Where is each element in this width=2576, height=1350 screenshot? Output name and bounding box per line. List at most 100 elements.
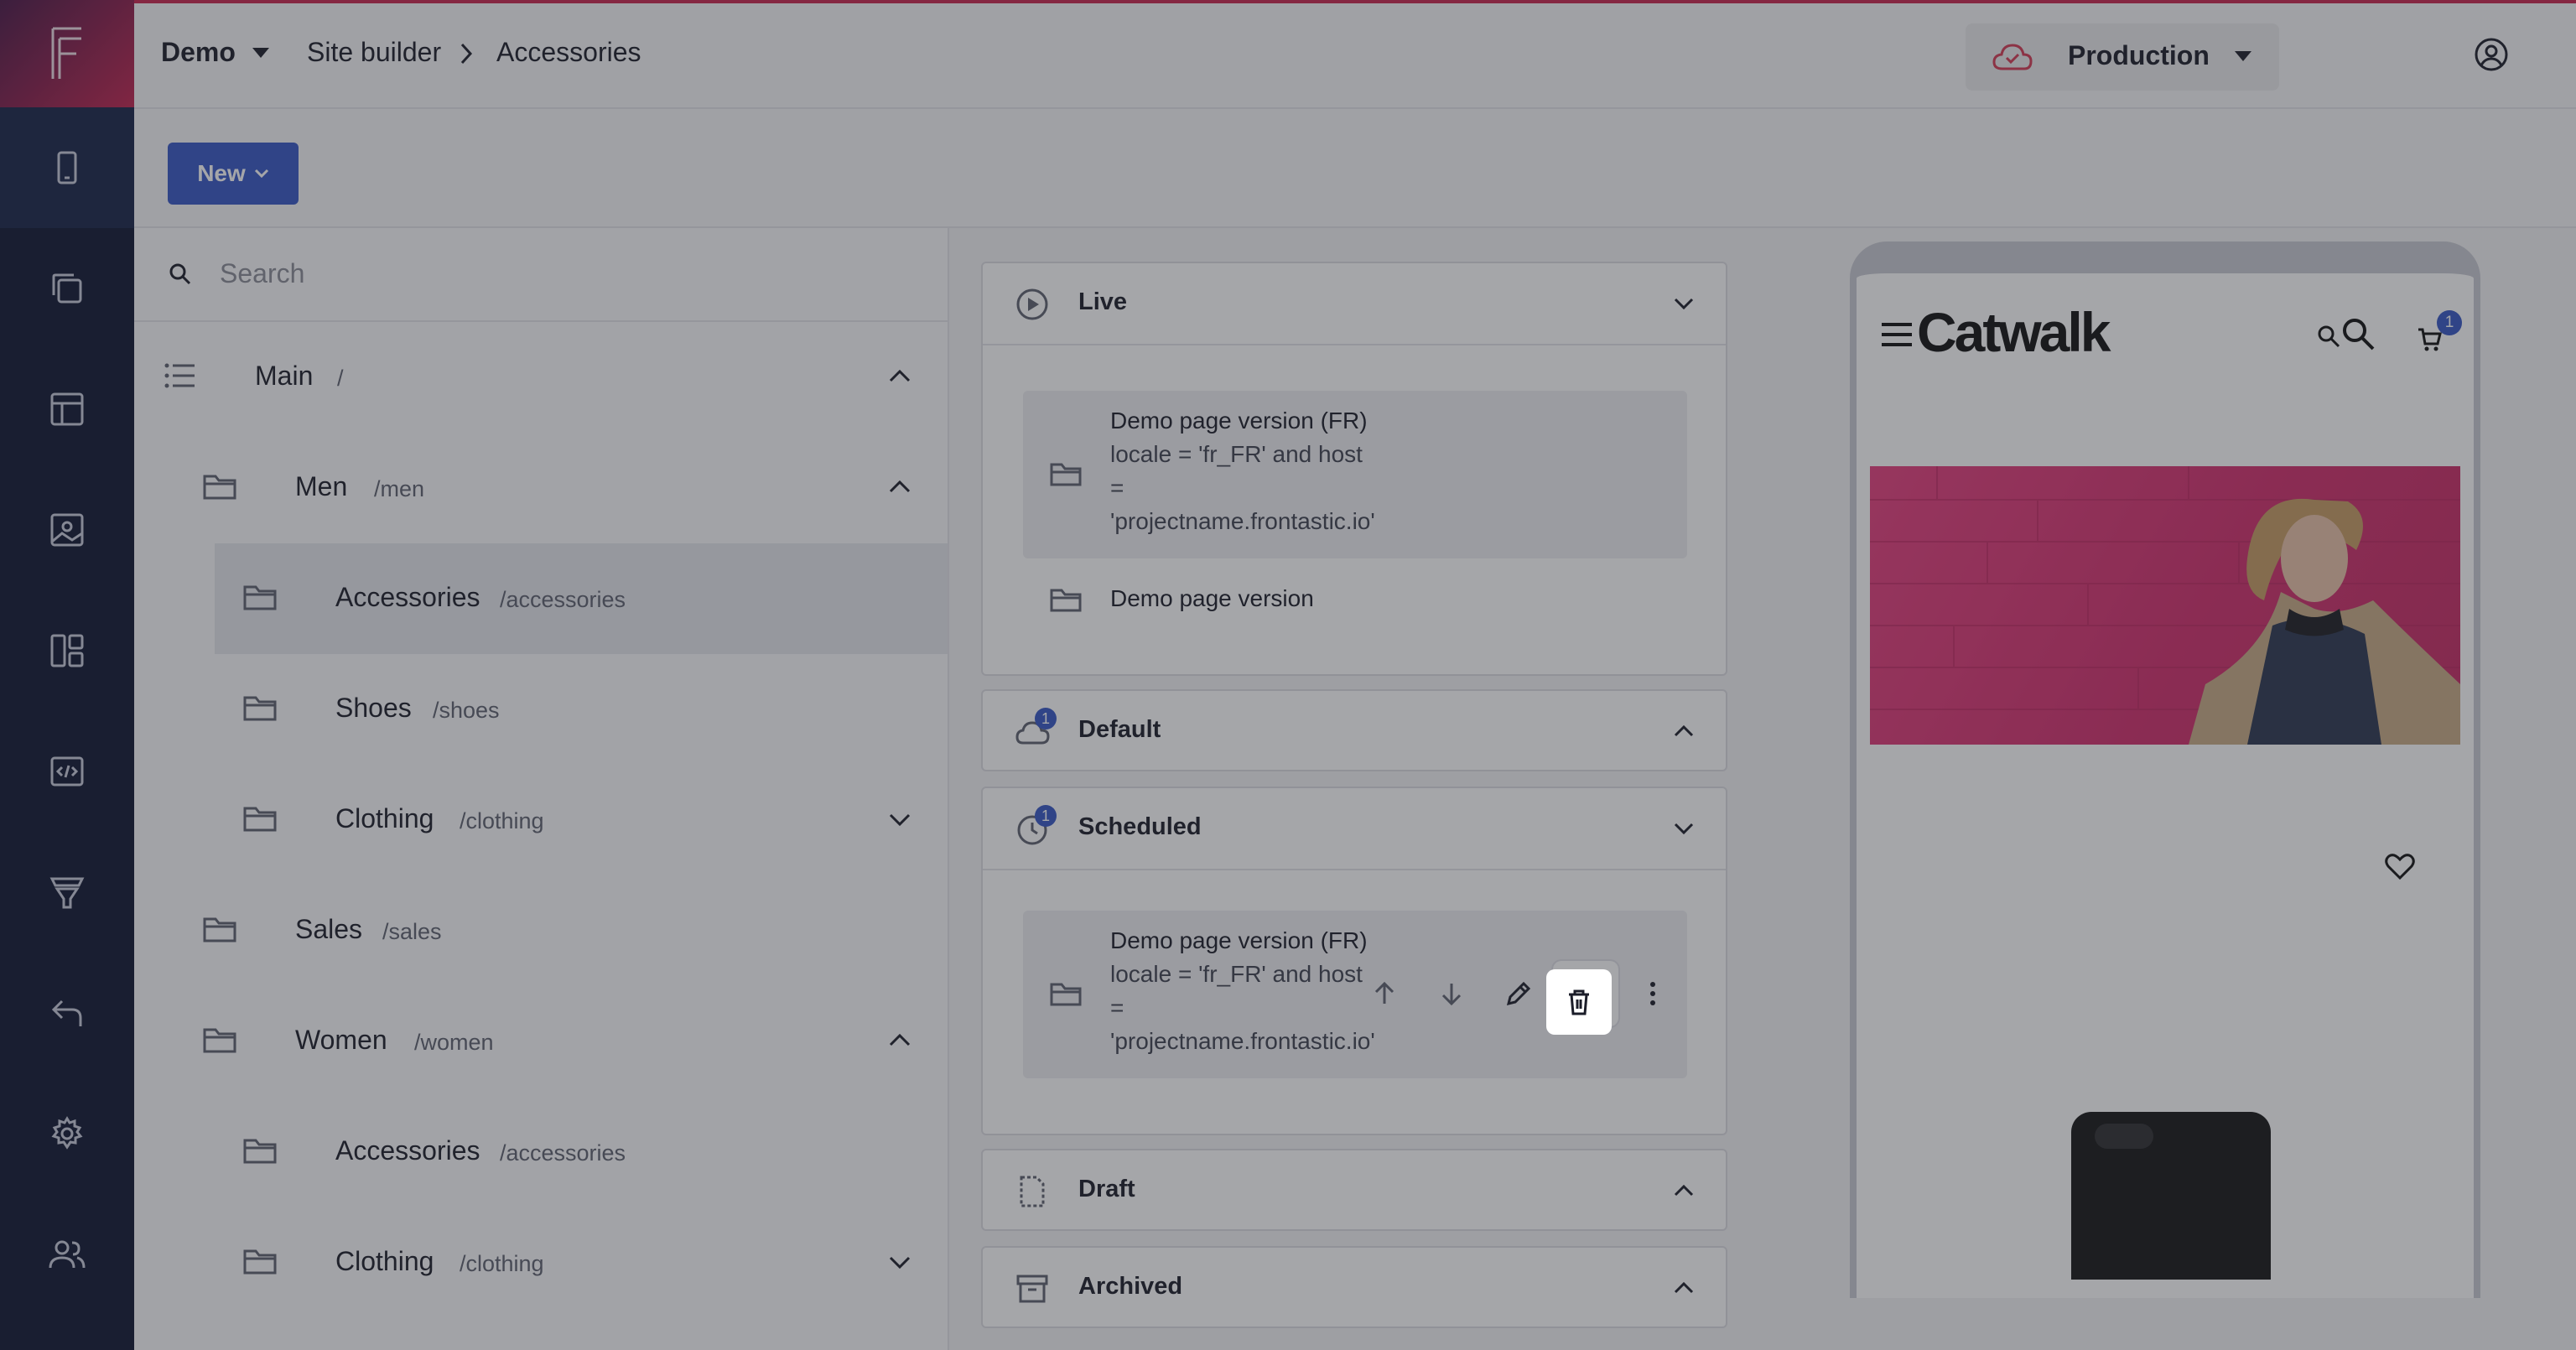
environment-label: Production — [2068, 40, 2210, 70]
rail-item-users[interactable] — [0, 1194, 134, 1315]
new-button[interactable]: New — [168, 143, 299, 205]
chevron-up-icon[interactable] — [886, 362, 914, 391]
rail-item-media[interactable] — [0, 470, 134, 590]
chevron-up-icon[interactable] — [886, 1026, 914, 1055]
draft-section-header[interactable]: Draft — [983, 1150, 1726, 1231]
tree-node-men[interactable]: Men /men — [134, 433, 948, 543]
project-switcher[interactable]: Demo — [161, 37, 236, 68]
more-options-button[interactable] — [1620, 961, 1685, 1026]
rail-item-pages[interactable] — [0, 228, 134, 349]
rail-item-templates[interactable] — [0, 349, 134, 470]
store-brand-logo: Catwalk — [1917, 301, 2111, 363]
mobile-icon — [57, 151, 77, 184]
default-section-header[interactable]: 1 Default — [983, 691, 1726, 771]
chevron-down-icon — [1674, 298, 1694, 310]
cloud-check-icon — [1992, 44, 2033, 70]
model-photo — [1870, 466, 2460, 745]
users-icon — [49, 1240, 86, 1269]
breadcrumb-site-builder[interactable]: Site builder — [307, 37, 441, 68]
heart-icon[interactable] — [2385, 852, 2415, 880]
tree-node-name: Accessories — [335, 582, 480, 612]
action-bar: New — [134, 109, 2576, 228]
chevron-down-icon[interactable] — [886, 805, 914, 833]
scheduled-count-badge: 1 — [1035, 805, 1057, 827]
tree-node-accessories[interactable]: Accessories /accessories — [215, 543, 948, 654]
chevron-down-icon[interactable] — [886, 1248, 914, 1276]
chevron-up-icon — [1674, 1281, 1694, 1294]
funnel-icon — [49, 877, 85, 909]
tree-node-shoes[interactable]: Shoes /shoes — [134, 654, 948, 765]
tree-node-main[interactable]: Main / — [134, 322, 948, 433]
rail-item-filters[interactable] — [0, 832, 134, 953]
rail-item-settings[interactable] — [0, 1073, 134, 1194]
folder-icon — [243, 1249, 277, 1275]
copy-icon — [52, 273, 82, 304]
more-vertical-icon — [1650, 982, 1655, 1005]
search-icon — [169, 263, 191, 285]
chevron-up-icon[interactable] — [886, 473, 914, 501]
layout-icon — [50, 392, 84, 426]
environment-selector[interactable]: Production — [1966, 23, 2279, 91]
user-account-icon[interactable] — [2474, 37, 2509, 72]
divider — [983, 344, 1726, 345]
phone-frame: Catwalk 1 — [1850, 241, 2480, 1298]
live-section-header[interactable]: Live — [983, 263, 1726, 344]
top-bar: Demo Site builder Accessories Production — [134, 0, 2576, 109]
pencil-icon — [1506, 981, 1531, 1006]
tree-node-path: /men — [374, 476, 425, 501]
draft-section: Draft — [981, 1149, 1727, 1231]
delete-version-button-highlight[interactable] — [1546, 969, 1612, 1035]
rail-item-developer[interactable] — [0, 711, 134, 832]
tree-node-women-clothing[interactable]: Clothing /clothing — [134, 1207, 948, 1318]
product-image[interactable] — [2071, 1112, 2271, 1280]
rail-item-dashboard[interactable] — [0, 590, 134, 711]
tree-node-women-accessories[interactable]: Accessories /accessories — [134, 1097, 948, 1207]
tree-node-path: / — [337, 366, 344, 391]
folder-icon — [203, 475, 236, 500]
hero-banner-image[interactable] — [1870, 466, 2460, 745]
dashboard-icon — [50, 634, 84, 667]
tree-node-path: /accessories — [500, 587, 626, 612]
search-icon[interactable] — [2316, 324, 2341, 349]
folder-icon — [243, 807, 277, 832]
tree-search[interactable]: Search — [134, 228, 948, 322]
tree-node-name: Main — [255, 361, 314, 391]
rail-item-mobile[interactable] — [0, 107, 134, 228]
caret-down-icon[interactable] — [252, 47, 270, 59]
move-up-button[interactable] — [1352, 961, 1417, 1026]
live-version-default[interactable]: Demo page version — [1023, 570, 1687, 629]
arrow-up-icon — [1374, 981, 1394, 1004]
tree-node-path: /clothing — [460, 1251, 544, 1276]
search-icon[interactable] — [2340, 315, 2376, 352]
live-section-title: Live — [1078, 288, 1128, 315]
tree-node-name: Shoes — [335, 693, 412, 723]
frontastic-logo[interactable] — [0, 0, 134, 107]
list-icon — [164, 363, 195, 388]
mobile-preview-panel: Catwalk 1 — [1769, 228, 2576, 1350]
hamburger-menu-icon[interactable] — [1880, 320, 1914, 349]
edit-version-button[interactable] — [1486, 961, 1551, 1026]
version-name: Demo page version (FR) — [1110, 927, 1368, 953]
cart-icon[interactable] — [2417, 327, 2442, 352]
archived-section-header[interactable]: Archived — [983, 1248, 1726, 1328]
tree-node-women[interactable]: Women /women — [134, 986, 948, 1097]
move-down-button[interactable] — [1419, 961, 1484, 1026]
folder-icon — [203, 917, 236, 942]
tree-node-clothing[interactable]: Clothing /clothing — [134, 765, 948, 875]
camera-detail — [2095, 1124, 2153, 1149]
tree-node-sales[interactable]: Sales /sales — [134, 875, 948, 986]
folder-icon — [1050, 983, 1082, 1006]
new-button-label: New — [197, 160, 246, 186]
search-input[interactable]: Search — [220, 258, 304, 289]
divider — [983, 869, 1726, 870]
rail-item-redirects[interactable] — [0, 953, 134, 1073]
version-name: Demo page version (FR) — [1110, 408, 1368, 434]
chevron-right-icon — [460, 43, 473, 65]
version-condition: locale = 'fr_FR' and host — [1110, 961, 1363, 987]
archived-section: Archived — [981, 1246, 1727, 1328]
scheduled-section-header[interactable]: 1 Scheduled — [983, 788, 1726, 869]
tree-node-name: Men — [295, 471, 348, 501]
version-condition: 'projectname.frontastic.io' — [1110, 1028, 1375, 1054]
archive-box-icon — [1016, 1275, 1048, 1303]
live-version-fr[interactable]: Demo page version (FR) locale = 'fr_FR' … — [1023, 391, 1687, 558]
